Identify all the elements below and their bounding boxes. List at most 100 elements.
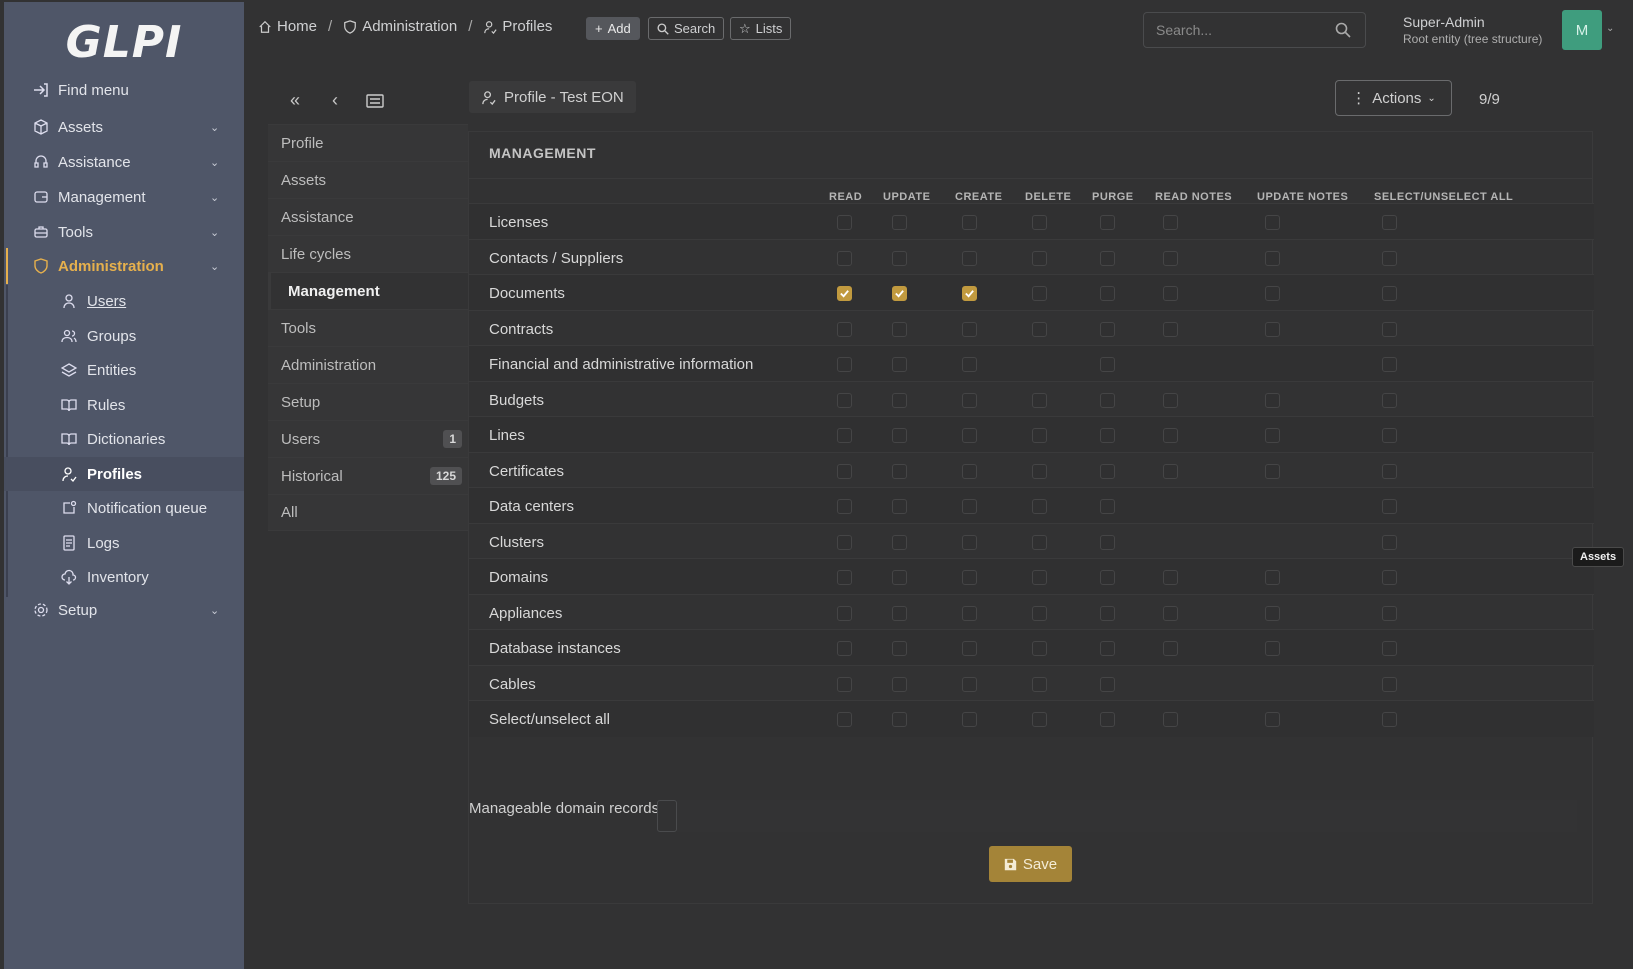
right-checkbox[interactable] bbox=[1382, 392, 1397, 408]
right-checkbox[interactable] bbox=[1382, 463, 1397, 479]
right-checkbox[interactable] bbox=[1382, 250, 1397, 266]
sidebar-item-management[interactable]: Management ⌄ bbox=[4, 179, 244, 215]
right-checkbox[interactable] bbox=[1265, 712, 1280, 727]
right-checkbox[interactable] bbox=[1032, 321, 1047, 337]
right-checkbox[interactable] bbox=[892, 321, 907, 337]
tab-assistance[interactable]: Assistance bbox=[268, 198, 468, 235]
right-checkbox[interactable] bbox=[1163, 392, 1178, 408]
breadcrumb-administration[interactable]: Administration bbox=[343, 18, 457, 35]
search-icon[interactable] bbox=[1335, 22, 1351, 38]
right-checkbox[interactable] bbox=[1163, 570, 1178, 585]
right-checkbox[interactable] bbox=[962, 641, 977, 656]
tab-all[interactable]: All bbox=[268, 494, 468, 531]
right-checkbox[interactable] bbox=[1265, 392, 1280, 408]
right-checkbox[interactable] bbox=[892, 392, 907, 408]
sidebar-item-groups[interactable]: Groups bbox=[4, 319, 244, 353]
add-button[interactable]: + Add bbox=[586, 17, 640, 40]
right-checkbox[interactable] bbox=[1032, 641, 1047, 656]
right-checkbox[interactable] bbox=[1100, 499, 1115, 514]
right-checkbox[interactable] bbox=[962, 676, 977, 692]
right-checkbox[interactable] bbox=[962, 463, 977, 479]
right-checkbox[interactable] bbox=[892, 570, 907, 585]
right-checkbox[interactable] bbox=[1100, 534, 1115, 550]
right-checkbox[interactable] bbox=[1265, 605, 1280, 621]
right-checkbox[interactable] bbox=[1032, 215, 1047, 230]
right-checkbox[interactable] bbox=[837, 570, 852, 585]
right-checkbox[interactable] bbox=[1265, 570, 1280, 585]
right-checkbox[interactable] bbox=[1382, 286, 1397, 301]
right-checkbox[interactable] bbox=[892, 712, 907, 727]
right-checkbox[interactable] bbox=[1382, 641, 1397, 656]
chevron-down-icon[interactable]: ⌄ bbox=[1606, 23, 1614, 34]
right-checkbox[interactable] bbox=[1032, 286, 1047, 301]
right-checkbox[interactable] bbox=[892, 250, 907, 266]
right-checkbox[interactable] bbox=[837, 321, 852, 337]
right-checkbox[interactable] bbox=[892, 215, 907, 230]
right-checkbox[interactable] bbox=[962, 286, 977, 301]
breadcrumb-profiles[interactable]: Profiles bbox=[483, 18, 552, 35]
right-checkbox[interactable] bbox=[1032, 570, 1047, 585]
right-checkbox[interactable] bbox=[837, 286, 852, 301]
right-checkbox[interactable] bbox=[962, 570, 977, 585]
avatar[interactable]: M bbox=[1562, 10, 1602, 50]
sidebar-item-logs[interactable]: Logs bbox=[4, 526, 244, 560]
list-icon[interactable] bbox=[366, 92, 384, 113]
tab-assets[interactable]: Assets bbox=[268, 161, 468, 198]
tab-setup[interactable]: Setup bbox=[268, 383, 468, 420]
search-button[interactable]: Search bbox=[648, 17, 725, 40]
right-checkbox[interactable] bbox=[1163, 286, 1178, 301]
right-checkbox[interactable] bbox=[1100, 605, 1115, 621]
right-checkbox[interactable] bbox=[962, 357, 977, 372]
right-checkbox[interactable] bbox=[1100, 392, 1115, 408]
sidebar-item-setup[interactable]: Setup ⌄ bbox=[4, 592, 244, 628]
right-checkbox[interactable] bbox=[1163, 641, 1178, 656]
right-checkbox[interactable] bbox=[1265, 428, 1280, 443]
right-checkbox[interactable] bbox=[962, 321, 977, 337]
right-checkbox[interactable] bbox=[1032, 676, 1047, 692]
glpi-logo[interactable]: GLPI bbox=[4, 2, 244, 82]
right-checkbox[interactable] bbox=[1265, 321, 1280, 337]
tab-administration[interactable]: Administration bbox=[268, 346, 468, 383]
right-checkbox[interactable] bbox=[837, 215, 852, 230]
right-checkbox[interactable] bbox=[1382, 570, 1397, 585]
right-checkbox[interactable] bbox=[962, 534, 977, 550]
right-checkbox[interactable] bbox=[962, 605, 977, 621]
right-checkbox[interactable] bbox=[1163, 605, 1178, 621]
sidebar-item-inventory[interactable]: Inventory bbox=[4, 560, 244, 594]
right-checkbox[interactable] bbox=[1100, 250, 1115, 266]
double-chevron-left-icon[interactable]: « bbox=[290, 90, 300, 111]
right-checkbox[interactable] bbox=[1032, 499, 1047, 514]
right-checkbox[interactable] bbox=[1265, 463, 1280, 479]
global-search-input[interactable]: Search... bbox=[1143, 12, 1366, 48]
right-checkbox[interactable] bbox=[1100, 570, 1115, 585]
right-checkbox[interactable] bbox=[1100, 286, 1115, 301]
right-checkbox[interactable] bbox=[837, 499, 852, 514]
right-checkbox[interactable] bbox=[1032, 605, 1047, 621]
right-checkbox[interactable] bbox=[962, 499, 977, 514]
sidebar-item-administration[interactable]: Administration ⌄ bbox=[4, 248, 244, 284]
tab-tools[interactable]: Tools bbox=[268, 309, 468, 346]
right-checkbox[interactable] bbox=[1100, 641, 1115, 656]
right-checkbox[interactable] bbox=[962, 428, 977, 443]
right-checkbox[interactable] bbox=[1100, 676, 1115, 692]
user-name[interactable]: Super-Admin bbox=[1403, 14, 1485, 30]
right-checkbox[interactable] bbox=[837, 712, 852, 727]
tab-historical[interactable]: Historical 125 bbox=[268, 457, 468, 494]
right-checkbox[interactable] bbox=[892, 676, 907, 692]
right-checkbox[interactable] bbox=[892, 286, 907, 301]
sidebar-item-dictionaries[interactable]: Dictionaries bbox=[4, 422, 244, 456]
right-checkbox[interactable] bbox=[962, 215, 977, 230]
right-checkbox[interactable] bbox=[1032, 463, 1047, 479]
right-checkbox[interactable] bbox=[892, 499, 907, 514]
right-checkbox[interactable] bbox=[892, 428, 907, 443]
right-checkbox[interactable] bbox=[1100, 215, 1115, 230]
tab-life-cycles[interactable]: Life cycles bbox=[268, 235, 468, 272]
sidebar-item-assets[interactable]: Assets ⌄ bbox=[4, 109, 244, 145]
right-checkbox[interactable] bbox=[1100, 463, 1115, 479]
sidebar-item-notification-queue[interactable]: Notification queue bbox=[4, 491, 244, 525]
right-checkbox[interactable] bbox=[1382, 499, 1397, 514]
tab-users[interactable]: Users 1 bbox=[268, 420, 468, 457]
right-checkbox[interactable] bbox=[1382, 676, 1397, 692]
right-checkbox[interactable] bbox=[1032, 392, 1047, 408]
right-checkbox[interactable] bbox=[1163, 250, 1178, 266]
